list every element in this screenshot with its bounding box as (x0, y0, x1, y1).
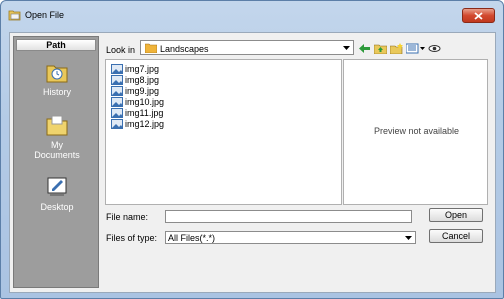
path-sidebar: Path History My Documents Desktop (13, 36, 99, 288)
preview-eye-icon[interactable] (428, 43, 441, 54)
file-name: img12.jpg (125, 119, 165, 129)
look-in-label: Look in (106, 45, 136, 55)
file-type-dropdown[interactable]: All Files(*.*) (165, 231, 416, 244)
up-folder-icon[interactable] (373, 43, 388, 55)
back-arrow-icon[interactable] (358, 43, 371, 54)
sidebar-item-label: Desktop (40, 202, 74, 212)
image-file-icon (111, 86, 123, 96)
open-file-icon (8, 9, 22, 21)
chevron-down-icon[interactable] (341, 42, 352, 53)
look-in-dropdown[interactable]: Landscapes (140, 40, 354, 55)
chevron-down-icon[interactable] (403, 233, 414, 244)
preview-text: Preview not available (373, 126, 460, 136)
file-name: img9.jpg (125, 86, 160, 96)
image-file-icon (111, 108, 123, 118)
sidebar-item-label: My Documents (34, 140, 80, 160)
file-name-label: File name: (106, 212, 149, 222)
sidebar-item-desktop[interactable]: Desktop (18, 175, 96, 212)
close-button[interactable] (462, 8, 495, 23)
image-file-icon (111, 119, 123, 129)
file-type-label: Files of type: (106, 233, 158, 243)
sidebar-item-my-documents[interactable]: My Documents (18, 113, 96, 160)
image-file-icon (111, 75, 123, 85)
close-icon (474, 12, 483, 20)
path-header: Path (16, 39, 96, 51)
file-name: img7.jpg (125, 64, 160, 74)
dialog-body: Path History My Documents Desktop Look i… (9, 32, 496, 293)
file-list[interactable]: img7.jpg img8.jpg img9.jpg img10.jpg img… (105, 59, 342, 205)
preview-pane: Preview not available (343, 59, 488, 205)
file-name: img8.jpg (125, 75, 160, 85)
file-name: img11.jpg (125, 108, 164, 118)
desktop-icon (44, 175, 70, 199)
sidebar-item-label: History (42, 87, 71, 97)
folder-icon (144, 43, 158, 55)
open-file-dialog: Open File Path History My Documents Desk… (0, 0, 504, 299)
file-name: img10.jpg (125, 97, 165, 107)
cancel-button[interactable]: Cancel (429, 229, 483, 243)
image-file-icon (111, 64, 123, 74)
new-folder-icon[interactable] (389, 43, 403, 55)
file-type-value: All Files(*.*) (168, 233, 216, 243)
look-in-value: Landscapes (160, 44, 209, 54)
image-file-icon (111, 97, 123, 107)
window-title: Open File (25, 10, 65, 20)
file-name-field[interactable] (165, 210, 412, 223)
sidebar-item-history[interactable]: History (18, 60, 96, 97)
open-button[interactable]: Open (429, 208, 483, 222)
view-menu-icon[interactable] (405, 43, 426, 54)
history-icon (44, 60, 70, 84)
my-documents-icon (44, 113, 70, 137)
title-bar[interactable]: Open File (1, 1, 503, 31)
